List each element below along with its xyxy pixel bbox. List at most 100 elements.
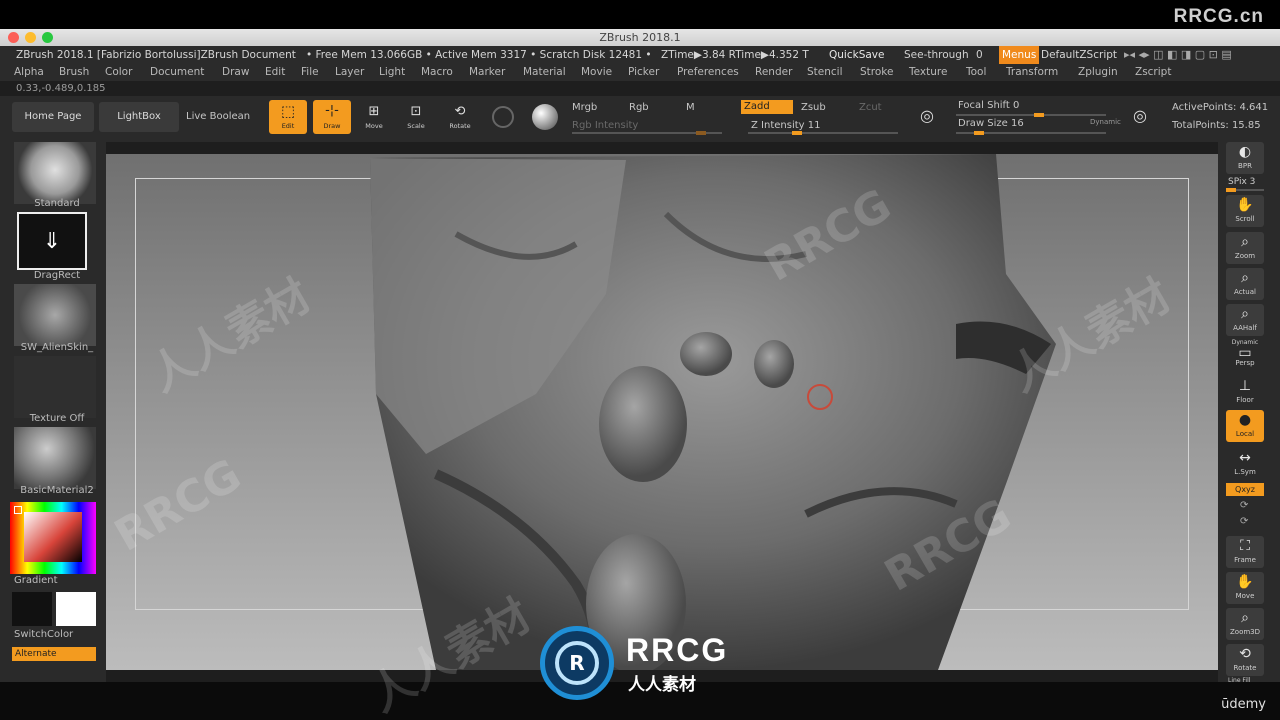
canvas-viewport[interactable] [106, 154, 1218, 670]
live-boolean-button[interactable]: Live Boolean [186, 111, 250, 122]
scale-icon: ⊡ [410, 104, 422, 119]
menu-stencil[interactable]: Stencil [807, 64, 843, 81]
menu-marker[interactable]: Marker [469, 64, 505, 81]
menu-file[interactable]: File [301, 64, 319, 81]
color-picker-square[interactable] [24, 512, 82, 562]
hand-icon: ✋ [1236, 197, 1254, 213]
sculpt-model[interactable] [106, 154, 1218, 670]
z-intensity-label[interactable]: Z Intensity 11 [751, 120, 820, 131]
quicksave-button[interactable]: QuickSave [829, 46, 884, 64]
focal-shift-slider[interactable] [956, 113, 1106, 117]
edit-icon: ⬚ [280, 102, 296, 120]
dynamic-size-toggle[interactable]: Dynamic [1090, 118, 1121, 126]
rotate-mode-button[interactable]: ⟲ Rotate [446, 102, 474, 134]
material-picker-thumbnail[interactable] [14, 427, 96, 489]
menu-alpha[interactable]: Alpha [14, 64, 44, 81]
secondary-color-swatch[interactable] [12, 592, 52, 626]
gizmo-sphere-icon[interactable] [492, 106, 514, 128]
window-layout-icons[interactable]: ▸◂ ◂▸ ◫ ◧ ◨ ▢ ⊡ ▤ [1124, 46, 1232, 64]
menus-toggle-button[interactable]: Menus [999, 46, 1040, 64]
z-intensity-slider[interactable] [748, 131, 898, 135]
mrgb-button[interactable]: Mrgb [572, 102, 597, 113]
default-zscript-button[interactable]: DefaultZScript [1041, 46, 1117, 64]
draw-size-slider[interactable] [956, 131, 1106, 135]
spix-setting[interactable]: SPix 3 [1228, 177, 1255, 187]
alpha-picker-thumbnail[interactable] [14, 284, 96, 346]
menu-zscript[interactable]: Zscript [1135, 64, 1171, 81]
floor-button[interactable]: ⊥ Floor [1226, 376, 1264, 408]
rotate-view-button[interactable]: ⟲ Rotate [1226, 644, 1264, 676]
zsub-button[interactable]: Zsub [801, 102, 826, 113]
menu-brush[interactable]: Brush [59, 64, 89, 81]
menu-edit[interactable]: Edit [265, 64, 285, 81]
scroll-button[interactable]: ✋ Scroll [1226, 195, 1264, 227]
draw-mode-button[interactable]: -¦- Draw [313, 100, 351, 134]
frame-button[interactable]: ⛶ Frame [1226, 536, 1264, 568]
close-window-button[interactable] [8, 32, 19, 43]
menu-picker[interactable]: Picker [628, 64, 659, 81]
zoom-button[interactable]: ⌕ Zoom [1226, 232, 1264, 264]
see-through-slider-label[interactable]: See-through [904, 46, 969, 64]
spix-slider[interactable] [1226, 188, 1264, 192]
texture-picker-thumbnail[interactable] [14, 356, 96, 418]
cursor-coordinates: 0.33,-0.489,0.185 [16, 83, 106, 94]
menu-layer[interactable]: Layer [335, 64, 364, 81]
menu-preferences[interactable]: Preferences [677, 64, 739, 81]
menu-texture[interactable]: Texture [909, 64, 947, 81]
document-title: ZBrush 2018.1 [Fabrizio Bortolussi]ZBrus… [16, 49, 296, 61]
rgb-intensity-slider[interactable] [572, 131, 722, 135]
rgb-intensity-label[interactable]: Rgb Intensity [572, 120, 638, 131]
y-axis-icon[interactable]: ⟳ [1240, 500, 1248, 511]
aahalf-button[interactable]: ⌕ AAHalf [1226, 304, 1264, 336]
active-points-readout: ActivePoints: 4.641 [1172, 102, 1269, 113]
brush-picker-thumbnail[interactable] [14, 142, 96, 204]
draw-size-icon[interactable]: ◎ [1133, 106, 1147, 125]
focal-shift-icon[interactable]: ◎ [920, 106, 934, 125]
main-color-swatch[interactable] [56, 592, 96, 626]
zoom3d-button[interactable]: ⌕ Zoom3D [1226, 608, 1264, 640]
gradient-label[interactable]: Gradient [14, 575, 104, 586]
switch-color-button[interactable]: SwitchColor [14, 629, 104, 640]
minimize-window-button[interactable] [25, 32, 36, 43]
home-page-button[interactable]: Home Page [12, 102, 94, 132]
zcut-button[interactable]: Zcut [859, 102, 882, 113]
menu-zplugin[interactable]: Zplugin [1078, 64, 1118, 81]
perspective-button[interactable]: Dynamic ▭ Persp [1226, 338, 1264, 370]
zadd-button[interactable]: Zadd [741, 100, 793, 114]
menu-transform[interactable]: Transform [1006, 64, 1058, 81]
rgb-button[interactable]: Rgb [629, 102, 649, 113]
scale-mode-button[interactable]: ⊡ Scale [402, 102, 430, 134]
move-view-button[interactable]: ✋ Move [1226, 572, 1264, 604]
stroke-picker-thumbnail[interactable]: ⇓ [17, 212, 87, 270]
m-button[interactable]: M [686, 102, 695, 113]
bpr-render-button[interactable]: ◐ BPR [1226, 142, 1264, 174]
menu-tool[interactable]: Tool [966, 64, 986, 81]
material-sphere-icon[interactable] [532, 104, 558, 130]
color-swatch-marker [14, 506, 22, 514]
menu-material[interactable]: Material [523, 64, 566, 81]
menu-draw[interactable]: Draw [222, 64, 249, 81]
menu-document[interactable]: Document [150, 64, 204, 81]
actual-size-button[interactable]: ⌕ Actual [1226, 268, 1264, 300]
xyz-rotate-toggle[interactable]: Qxyz [1226, 483, 1264, 496]
window-controls [8, 32, 53, 43]
move-mode-button[interactable]: ⊞ Move [360, 102, 388, 134]
menu-stroke[interactable]: Stroke [860, 64, 893, 81]
menu-movie[interactable]: Movie [581, 64, 612, 81]
lightbox-button[interactable]: LightBox [99, 102, 179, 132]
focal-shift-label[interactable]: Focal Shift 0 [958, 100, 1019, 111]
menu-render[interactable]: Render [755, 64, 792, 81]
menu-macro[interactable]: Macro [421, 64, 453, 81]
local-symmetry-button[interactable]: ● Local [1226, 410, 1264, 442]
arrow-down-icon: ⇓ [42, 229, 62, 254]
z-axis-icon[interactable]: ⟳ [1240, 516, 1248, 527]
draw-size-label[interactable]: Draw Size 16 [958, 118, 1024, 129]
maximize-window-button[interactable] [42, 32, 53, 43]
lsym-button[interactable]: ↔ L.Sym [1226, 448, 1264, 480]
menu-light[interactable]: Light [379, 64, 405, 81]
edit-mode-button[interactable]: ⬚ Edit [269, 100, 307, 134]
color-picker[interactable] [10, 502, 96, 574]
material-name: BasicMaterial2 [20, 485, 94, 496]
alternate-button[interactable]: Alternate [12, 647, 96, 661]
menu-color[interactable]: Color [105, 64, 132, 81]
